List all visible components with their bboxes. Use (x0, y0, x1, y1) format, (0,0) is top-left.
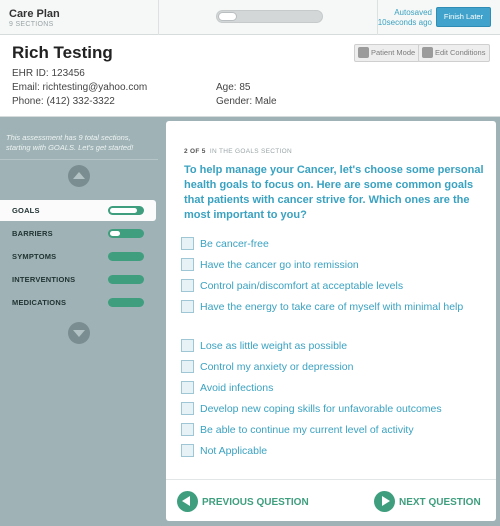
sidebar-item-label: BARRIERS (12, 229, 53, 238)
sidebar-divider (0, 159, 158, 160)
goal-option-label: Not Applicable (200, 445, 268, 457)
goal-checkbox[interactable] (181, 360, 194, 373)
top-bar: Care Plan 9 SECTIONS Autosaved 10seconds… (0, 0, 500, 35)
section-progress-bar (108, 275, 144, 284)
care-plan-app: Care Plan 9 SECTIONS Autosaved 10seconds… (0, 0, 500, 526)
question-text: To help manage your Cancer, let's choose… (184, 164, 484, 221)
goal-option[interactable]: Be able to continue my current level of … (181, 422, 486, 438)
sidebar-item-symptoms[interactable]: SYMPTOMS (0, 246, 156, 267)
sidebar-item-interventions[interactable]: INTERVENTIONS (0, 269, 156, 290)
patient-contact: EHR ID: 123456 Email: richtesting@yahoo.… (12, 67, 147, 109)
goal-option-label: Be cancer-free (200, 238, 269, 250)
app-title: Care Plan (9, 8, 60, 20)
goal-option[interactable]: Develop new coping skills for unfavorabl… (181, 401, 486, 417)
person-icon (358, 46, 369, 58)
goal-option-label: Have the energy to take care of myself w… (200, 301, 464, 313)
section-progress-fill (110, 208, 137, 213)
question-step: 2 OF 5 IN THE GOALS SECTION (184, 148, 292, 155)
sidebar-item-barriers[interactable]: BARRIERS (0, 223, 156, 244)
sidebar-item-label: MEDICATIONS (12, 298, 67, 307)
previous-question-label: PREVIOUS QUESTION (202, 497, 309, 508)
autosave-time: 10seconds ago (377, 18, 432, 27)
next-question-label: NEXT QUESTION (399, 497, 481, 508)
goal-checkbox[interactable] (181, 339, 194, 352)
autosave-label: Autosaved (394, 8, 432, 17)
card-divider (166, 479, 496, 480)
edit-conditions-button[interactable]: Edit Conditions (418, 44, 491, 62)
goal-checkbox[interactable] (181, 423, 194, 436)
goal-option[interactable]: Lose as little weight as possible (181, 338, 486, 354)
scroll-down-button[interactable] (68, 322, 90, 344)
edit-icon (422, 46, 433, 58)
sidebar-item-goals[interactable]: GOALS (0, 200, 156, 221)
section-progress-bar (108, 229, 144, 238)
goal-option[interactable]: Control pain/discomfort at acceptable le… (181, 278, 486, 294)
overall-progress-bar (216, 10, 323, 23)
question-card: 2 OF 5 IN THE GOALS SECTION To help mana… (166, 121, 496, 521)
section-progress-bar (108, 298, 144, 307)
goal-option[interactable]: Have the cancer go into remission (181, 257, 486, 273)
arrow-right-icon (374, 491, 395, 512)
goal-checkbox[interactable] (181, 444, 194, 457)
goal-option[interactable]: Not Applicable (181, 443, 486, 459)
goal-option-label: Lose as little weight as possible (200, 340, 348, 352)
patient-header: Rich Testing EHR ID: 123456 Email: richt… (0, 35, 500, 117)
overall-progress-fill (218, 12, 237, 21)
patient-gender: Gender: Male (216, 96, 277, 107)
autosave-status: Autosaved 10seconds ago (378, 8, 432, 28)
finish-later-button[interactable]: Finish Later (436, 7, 491, 27)
patient-demographics: Age: 85 Gender: Male (216, 81, 277, 109)
goal-checkbox[interactable] (181, 258, 194, 271)
previous-question-button[interactable]: PREVIOUS QUESTION (177, 491, 327, 513)
section-progress-bar (108, 206, 144, 215)
goal-checkbox[interactable] (181, 381, 194, 394)
next-question-button[interactable]: NEXT QUESTION (374, 491, 489, 513)
patient-email: Email: richtesting@yahoo.com (12, 82, 148, 93)
chevron-up-icon (73, 172, 85, 179)
goal-option-label: Avoid infections (200, 382, 274, 394)
arrow-left-icon (177, 491, 198, 512)
section-progress-bar (108, 252, 144, 261)
goal-checkbox[interactable] (181, 237, 194, 250)
patient-age: Age: 85 (216, 82, 251, 93)
goal-checkbox[interactable] (181, 279, 194, 292)
sidebar-item-label: INTERVENTIONS (12, 275, 76, 284)
patient-name: Rich Testing (12, 43, 113, 62)
sidebar-item-label: SYMPTOMS (12, 252, 57, 261)
edit-conditions-label: Edit Conditions (435, 48, 486, 57)
goal-checkbox[interactable] (181, 300, 194, 313)
goal-option-label: Develop new coping skills for unfavorabl… (200, 403, 442, 415)
goal-option[interactable]: Avoid infections (181, 380, 486, 396)
sidebar-item-medications[interactable]: MEDICATIONS (0, 292, 156, 313)
chevron-down-icon (73, 330, 85, 337)
patient-phone: Phone: (412) 332-3322 (12, 96, 115, 107)
scroll-up-button[interactable] (68, 165, 90, 187)
step-section: IN THE GOALS SECTION (209, 148, 292, 155)
goal-option-label: Control my anxiety or depression (200, 361, 354, 373)
topbar-divider (158, 0, 159, 35)
section-progress-fill (110, 231, 120, 236)
goal-option[interactable]: Control my anxiety or depression (181, 359, 486, 375)
sidebar-item-label: GOALS (12, 206, 40, 215)
patient-mode-button[interactable]: Patient Mode (354, 44, 421, 62)
patient-mode-label: Patient Mode (371, 48, 416, 57)
goal-option-label: Have the cancer go into remission (200, 259, 359, 271)
step-count: 2 OF 5 (184, 148, 206, 155)
patient-ehr-id: EHR ID: 123456 (12, 68, 85, 79)
sections-count: 9 SECTIONS (9, 21, 54, 28)
goal-option[interactable]: Be cancer-free (181, 236, 486, 252)
goal-checkbox[interactable] (181, 402, 194, 415)
goal-option[interactable]: Have the energy to take care of myself w… (181, 299, 486, 315)
goal-option-label: Control pain/discomfort at acceptable le… (200, 280, 404, 292)
assessment-intro: This assessment has 9 total sections, st… (6, 133, 134, 152)
goal-option-label: Be able to continue my current level of … (200, 424, 414, 436)
